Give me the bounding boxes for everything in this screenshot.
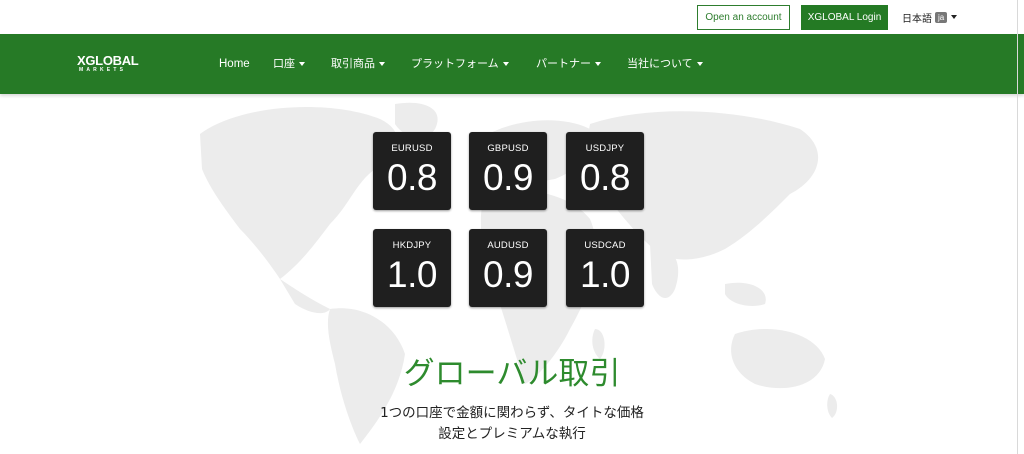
top-bar: Open an account XGLOBAL Login 日本語 ja <box>0 0 1024 34</box>
nav-item-label: プラットフォーム <box>411 57 499 70</box>
chevron-down-icon <box>951 15 958 19</box>
spread-tile-audusd: AUDUSD 0.9 <box>469 229 547 307</box>
spread-tile-usdjpy: USDJPY 0.8 <box>566 132 644 210</box>
nav-item-about[interactable]: 当社について <box>627 56 703 72</box>
hero-headline: グローバル取引 <box>403 356 621 392</box>
hero-subline: 1つの口座で金額に関わらず、タイトな価格 <box>380 405 644 421</box>
currency-pair-label: USDCAD <box>584 240 626 251</box>
language-selector[interactable]: 日本語 ja <box>902 10 958 25</box>
nav-item-label: 当社について <box>627 57 693 70</box>
currency-pair-label: HKDJPY <box>392 240 432 251</box>
spread-value: 0.9 <box>483 254 533 295</box>
language-badge: ja <box>935 11 948 23</box>
spread-value: 0.8 <box>387 157 437 198</box>
nav-item-products[interactable]: 取引商品 <box>331 56 385 72</box>
hero-subline: 設定とプレミアムな執行 <box>438 426 586 442</box>
spread-tile-hkdjpy: HKDJPY 1.0 <box>373 229 451 307</box>
spread-tile-gbpusd: GBPUSD 0.9 <box>469 132 547 210</box>
spread-value: 0.8 <box>580 157 630 198</box>
main-nav: XGLOBAL MARKETS Home 口座 取引商品 プラットフォーム パー… <box>0 34 1024 94</box>
login-button[interactable]: XGLOBAL Login <box>801 5 888 30</box>
nav-item-label: 取引商品 <box>331 57 375 70</box>
currency-pair-label: USDJPY <box>585 143 625 154</box>
currency-pair-label: EURUSD <box>391 143 433 154</box>
spread-tile-usdcad: USDCAD 1.0 <box>566 229 644 307</box>
nav-item-partners[interactable]: パートナー <box>536 56 601 72</box>
spread-value: 0.9 <box>483 157 533 198</box>
chevron-down-icon <box>502 62 509 66</box>
chevron-down-icon <box>379 62 385 66</box>
logo-subtext: MARKETS <box>79 67 127 73</box>
open-account-button[interactable]: Open an account <box>697 5 790 30</box>
chevron-down-icon <box>299 62 305 66</box>
nav-item-home[interactable]: Home <box>219 56 250 72</box>
nav-item-accounts[interactable]: 口座 <box>273 56 305 72</box>
logo-wordmark: XGLOBAL <box>77 53 139 68</box>
nav-item-label: 口座 <box>273 57 295 70</box>
currency-pair-label: GBPUSD <box>487 143 529 154</box>
nav-item-label: Home <box>219 58 250 70</box>
language-label: 日本語 <box>902 13 932 25</box>
brand-logo[interactable]: XGLOBAL MARKETS <box>77 54 153 76</box>
chevron-down-icon <box>696 62 703 66</box>
chevron-down-icon <box>595 62 601 66</box>
spread-value: 1.0 <box>387 254 437 295</box>
nav-item-label: パートナー <box>536 57 591 70</box>
hero-section: EURUSD 0.8 GBPUSD 0.9 USDJPY 0.8 HKDJPY … <box>0 94 1024 454</box>
currency-pair-label: AUDUSD <box>487 240 529 251</box>
spread-value: 1.0 <box>580 254 630 295</box>
nav-item-platforms[interactable]: プラットフォーム <box>411 56 509 72</box>
scrollbar-edge <box>1017 0 1018 454</box>
spread-tile-eurusd: EURUSD 0.8 <box>373 132 451 210</box>
